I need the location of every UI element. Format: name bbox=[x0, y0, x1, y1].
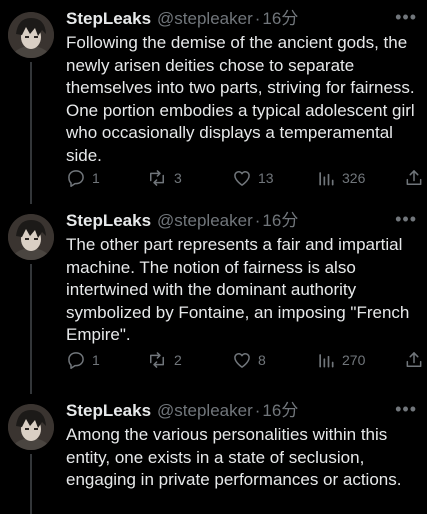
tweet-header: StepLeaks @stepleaker · 16分 ••• bbox=[66, 6, 417, 32]
heart-icon bbox=[234, 171, 250, 186]
tweet-text: Following the demise of the ancient gods… bbox=[66, 33, 415, 165]
reply-count: 1 bbox=[92, 352, 100, 368]
user-handle[interactable]: @stepleaker bbox=[157, 6, 253, 32]
more-horizontal-icon[interactable]: ••• bbox=[395, 6, 417, 28]
tweet-actions: 1 2 8 270 bbox=[66, 348, 422, 372]
views-count: 326 bbox=[342, 170, 366, 186]
share-icon bbox=[406, 352, 422, 367]
tweet-actions: 1 3 13 326 bbox=[66, 166, 422, 190]
tweet-header: StepLeaks @stepleaker · 16分 ••• bbox=[66, 208, 417, 234]
retweet-button[interactable]: 2 bbox=[146, 348, 182, 372]
views-button[interactable]: 270 bbox=[316, 348, 365, 372]
more-horizontal-icon[interactable]: ••• bbox=[395, 398, 417, 420]
thread-connector bbox=[30, 62, 32, 204]
thread-connector bbox=[30, 454, 32, 514]
reply-button[interactable]: 1 bbox=[66, 348, 100, 372]
tweet-header: StepLeaks @stepleaker · 16分 ••• bbox=[66, 398, 417, 424]
user-handle[interactable]: @stepleaker bbox=[157, 398, 253, 424]
retweet-button[interactable]: 3 bbox=[146, 166, 182, 190]
display-name[interactable]: StepLeaks bbox=[66, 6, 151, 32]
views-button[interactable]: 326 bbox=[316, 166, 365, 190]
display-name[interactable]: StepLeaks bbox=[66, 398, 151, 424]
share-button[interactable] bbox=[404, 166, 424, 190]
share-icon bbox=[406, 170, 422, 185]
avatar[interactable] bbox=[8, 404, 54, 450]
like-button[interactable]: 8 bbox=[232, 348, 266, 372]
analytics-icon bbox=[319, 354, 334, 368]
header-separator: · bbox=[254, 9, 261, 28]
like-count: 13 bbox=[258, 170, 274, 186]
reply-icon bbox=[68, 170, 84, 187]
heart-icon bbox=[234, 353, 250, 368]
retweet-count: 3 bbox=[174, 170, 182, 186]
timestamp[interactable]: 16分 bbox=[262, 208, 298, 234]
header-separator: · bbox=[254, 401, 261, 420]
share-button[interactable] bbox=[404, 348, 424, 372]
reply-button[interactable]: 1 bbox=[66, 166, 100, 190]
tweet-text: Among the various personalities within t… bbox=[66, 425, 402, 489]
like-button[interactable]: 13 bbox=[232, 166, 274, 190]
timestamp[interactable]: 16分 bbox=[262, 398, 298, 424]
retweet-count: 2 bbox=[174, 352, 182, 368]
analytics-icon bbox=[319, 172, 334, 186]
avatar[interactable] bbox=[8, 12, 54, 58]
views-count: 270 bbox=[342, 352, 366, 368]
header-separator: · bbox=[254, 211, 261, 230]
more-horizontal-icon[interactable]: ••• bbox=[395, 208, 417, 230]
display-name[interactable]: StepLeaks bbox=[66, 208, 151, 234]
tweet-text: The other part represents a fair and imp… bbox=[66, 235, 410, 344]
retweet-icon bbox=[150, 170, 164, 186]
user-handle[interactable]: @stepleaker bbox=[157, 208, 253, 234]
thread-connector bbox=[30, 264, 32, 394]
avatar[interactable] bbox=[8, 214, 54, 260]
like-count: 8 bbox=[258, 352, 266, 368]
reply-icon bbox=[68, 352, 84, 369]
retweet-icon bbox=[150, 352, 164, 368]
timestamp[interactable]: 16分 bbox=[262, 6, 298, 32]
reply-count: 1 bbox=[92, 170, 100, 186]
